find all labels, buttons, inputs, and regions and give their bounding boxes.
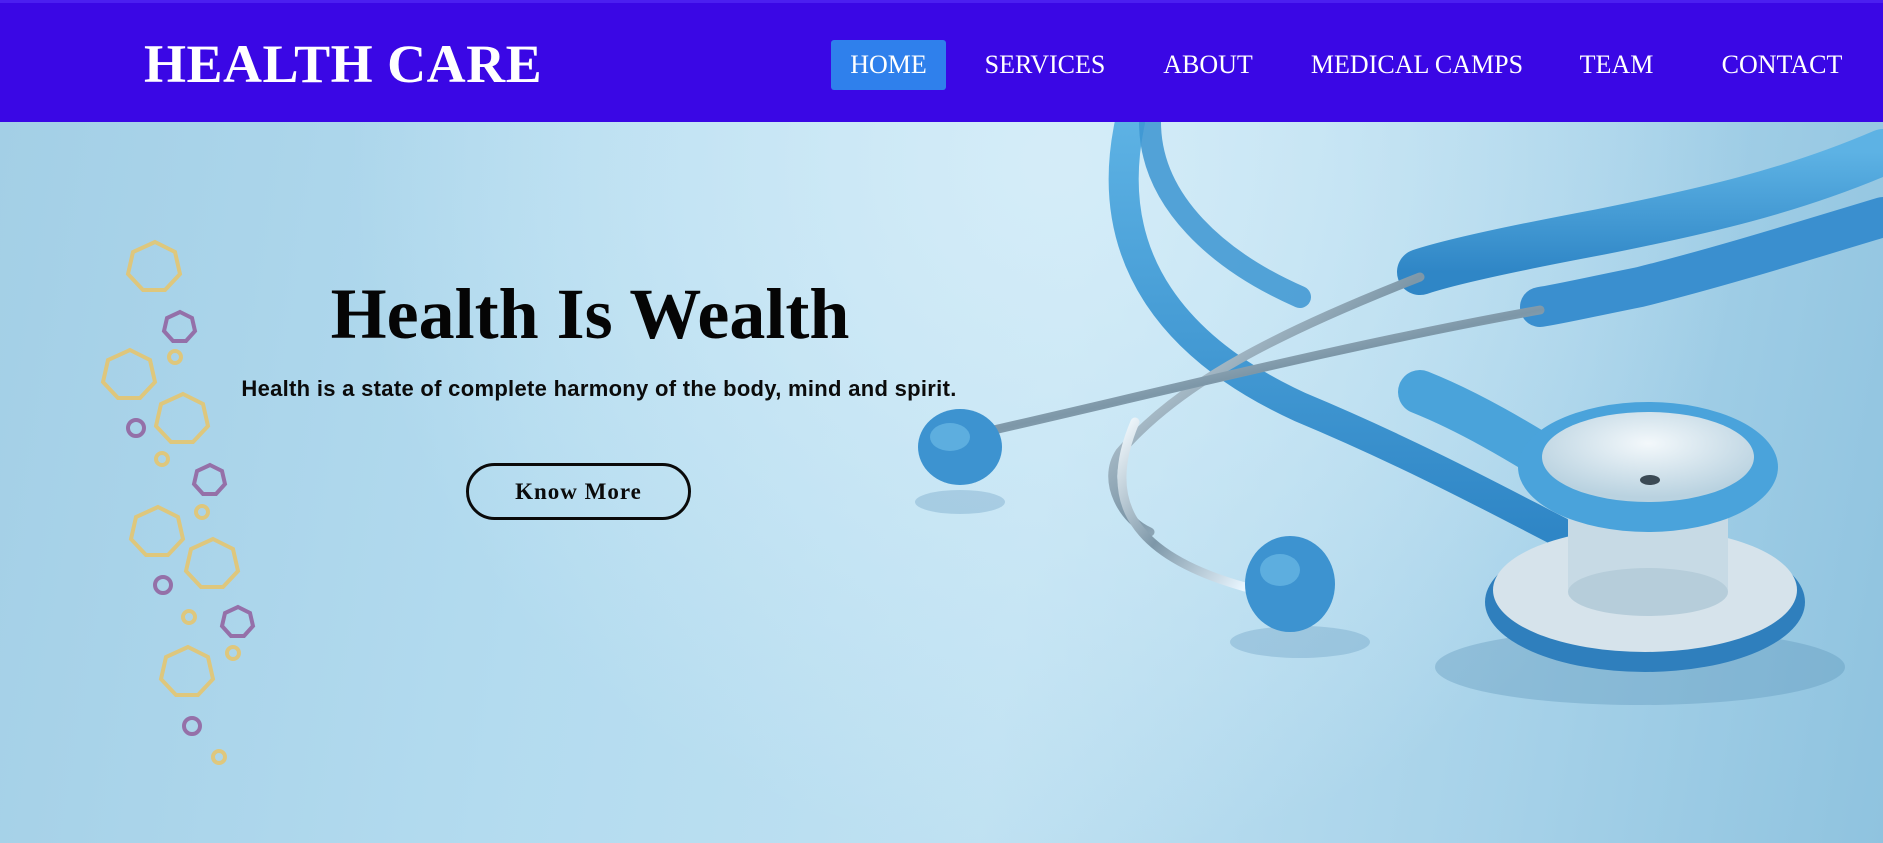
hero-banner: Health Is Wealth Health is a state of co… [0, 122, 1883, 843]
main-nav: HOME SERVICES ABOUT MEDICAL CAMPS TEAM C… [0, 40, 1883, 90]
top-navbar: HEALTH CARE HOME SERVICES ABOUT MEDICAL … [0, 0, 1883, 122]
hero-title: Health Is Wealth [330, 274, 850, 354]
nav-home[interactable]: HOME [831, 40, 946, 90]
nav-about[interactable]: ABOUT [1152, 40, 1264, 90]
nav-services[interactable]: SERVICES [974, 40, 1116, 90]
nav-team[interactable]: TEAM [1570, 40, 1663, 90]
hero-subtitle: Health is a state of complete harmony of… [241, 376, 957, 401]
know-more-button[interactable]: Know More [466, 463, 691, 520]
hero-background-image [0, 122, 1883, 843]
nav-contact[interactable]: CONTACT [1700, 40, 1864, 90]
nav-medical-camps[interactable]: MEDICAL CAMPS [1300, 40, 1534, 90]
